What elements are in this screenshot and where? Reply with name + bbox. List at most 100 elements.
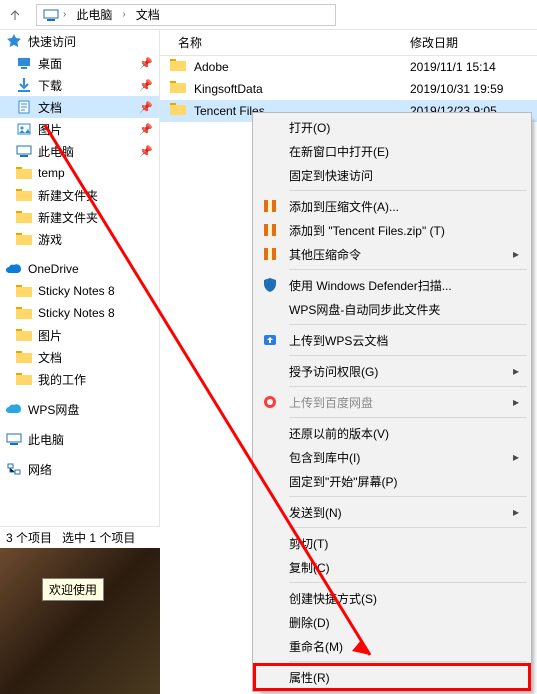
menu-pin-start[interactable]: 固定到"开始"屏幕(P): [255, 469, 529, 493]
folder-icon: [16, 231, 32, 247]
folder-icon: [16, 209, 32, 225]
chevron-right-icon: ▸: [513, 247, 519, 261]
menu-restore[interactable]: 还原以前的版本(V): [255, 421, 529, 445]
menu-open[interactable]: 打开(O): [255, 115, 529, 139]
chevron-right-icon: ▸: [513, 505, 519, 519]
nav-label: 新建文件夹: [38, 187, 98, 204]
navigation-pane: 快速访问 桌面📌下载📌文档📌图片📌此电脑📌temp新建文件夹新建文件夹游戏 On…: [0, 30, 160, 530]
context-menu: 打开(O) 在新窗口中打开(E) 固定到快速访问 添加到压缩文件(A)... 添…: [252, 112, 532, 692]
zip-icon: [261, 197, 279, 215]
folder-icon: [16, 349, 32, 365]
file-name: Adobe: [194, 60, 229, 74]
pc-icon: [6, 431, 22, 447]
nav-label: WPS网盘: [28, 401, 79, 418]
download-icon: [16, 77, 32, 93]
nav-item[interactable]: 我的工作: [0, 368, 159, 390]
folder-icon: [16, 187, 32, 203]
nav-item[interactable]: 游戏: [0, 228, 159, 250]
menu-separator: [289, 324, 527, 325]
menu-add-zip-named[interactable]: 添加到 "Tencent Files.zip" (T): [255, 218, 529, 242]
nav-label: 此电脑: [28, 431, 64, 448]
pin-icon: 📌: [139, 79, 153, 92]
arrow-up-icon: [8, 8, 22, 22]
column-modified[interactable]: 修改日期: [410, 34, 537, 51]
column-name[interactable]: 名称: [160, 34, 410, 51]
welcome-tooltip: 欢迎使用: [42, 578, 104, 601]
nav-item[interactable]: Sticky Notes 8: [0, 302, 159, 324]
menu-wps-sync[interactable]: WPS网盘-自动同步此文件夹: [255, 297, 529, 321]
pc-icon: [16, 143, 32, 159]
folder-icon: [170, 103, 186, 119]
nav-item[interactable]: 新建文件夹: [0, 184, 159, 206]
menu-rename[interactable]: 重命名(M): [255, 634, 529, 658]
nav-wps[interactable]: WPS网盘: [0, 398, 159, 420]
nav-label: 快速访问: [28, 33, 76, 50]
nav-label: 此电脑: [38, 143, 74, 160]
menu-add-zip[interactable]: 添加到压缩文件(A)...: [255, 194, 529, 218]
menu-other-zip[interactable]: 其他压缩命令▸: [255, 242, 529, 266]
nav-label: OneDrive: [28, 262, 79, 276]
menu-new-window[interactable]: 在新窗口中打开(E): [255, 139, 529, 163]
menu-baidu[interactable]: 上传到百度网盘▸: [255, 390, 529, 414]
nav-item[interactable]: 此电脑📌: [0, 140, 159, 162]
nav-onedrive[interactable]: OneDrive: [0, 258, 159, 280]
column-header: 名称 修改日期: [160, 30, 537, 56]
nav-item[interactable]: temp: [0, 162, 159, 184]
nav-item[interactable]: 桌面📌: [0, 52, 159, 74]
menu-separator: [289, 527, 527, 528]
folder-icon: [170, 81, 186, 97]
nav-item[interactable]: 文档: [0, 346, 159, 368]
pin-icon: 📌: [139, 57, 153, 70]
nav-label: 下载: [38, 77, 62, 94]
nav-label: 新建文件夹: [38, 209, 98, 226]
file-row[interactable]: Adobe2019/11/1 15:14: [160, 56, 537, 78]
nav-item[interactable]: 新建文件夹: [0, 206, 159, 228]
nav-item[interactable]: 文档📌: [0, 96, 159, 118]
menu-cut[interactable]: 剪切(T): [255, 531, 529, 555]
cloud-icon: [6, 401, 22, 417]
menu-defender[interactable]: 使用 Windows Defender扫描...: [255, 273, 529, 297]
onedrive-icon: [6, 261, 22, 277]
nav-item[interactable]: 图片: [0, 324, 159, 346]
nav-network[interactable]: 网络: [0, 458, 159, 480]
nav-this-pc[interactable]: 此电脑: [0, 428, 159, 450]
menu-include-lib[interactable]: 包含到库中(I)▸: [255, 445, 529, 469]
nav-item[interactable]: 下载 📌: [0, 74, 159, 96]
chevron-right-icon: ▸: [513, 450, 519, 464]
file-row[interactable]: KingsoftData2019/10/31 19:59: [160, 78, 537, 100]
breadcrumb-root[interactable]: 此电脑: [70, 5, 118, 25]
nav-item[interactable]: Sticky Notes 8: [0, 280, 159, 302]
menu-properties[interactable]: 属性(R): [255, 665, 529, 689]
shield-icon: [261, 276, 279, 294]
documents-icon: [16, 99, 32, 115]
menu-separator: [289, 386, 527, 387]
folder-icon: [16, 305, 32, 321]
chevron-right-icon: ▸: [513, 395, 519, 409]
folder-icon: [16, 283, 32, 299]
menu-wps-cloud[interactable]: 上传到WPS云文档: [255, 328, 529, 352]
folder-icon: [16, 165, 32, 181]
nav-item[interactable]: 图片📌: [0, 118, 159, 140]
star-icon: [6, 33, 22, 49]
quick-access[interactable]: 快速访问: [0, 30, 159, 52]
menu-pin-quick[interactable]: 固定到快速访问: [255, 163, 529, 187]
menu-delete[interactable]: 删除(D): [255, 610, 529, 634]
status-total: 3 个项目: [6, 529, 52, 546]
nav-label: 网络: [28, 461, 52, 478]
menu-send-to[interactable]: 发送到(N)▸: [255, 500, 529, 524]
menu-copy[interactable]: 复制(C): [255, 555, 529, 579]
menu-separator: [289, 496, 527, 497]
cloud-upload-icon: [261, 331, 279, 349]
breadcrumb-current[interactable]: 文档: [130, 5, 166, 25]
nav-label: 图片: [38, 327, 62, 344]
breadcrumb-path[interactable]: › 此电脑 › 文档: [36, 4, 336, 26]
chevron-right-icon: ▸: [513, 364, 519, 378]
file-date: 2019/10/31 19:59: [410, 82, 537, 96]
desktop-icon: [16, 55, 32, 71]
nav-label: temp: [38, 166, 65, 180]
baidu-icon: [261, 393, 279, 411]
up-folder-button[interactable]: [2, 4, 28, 26]
address-bar: › 此电脑 › 文档: [0, 0, 537, 30]
menu-shortcut[interactable]: 创建快捷方式(S): [255, 586, 529, 610]
menu-grant-access[interactable]: 授予访问权限(G)▸: [255, 359, 529, 383]
